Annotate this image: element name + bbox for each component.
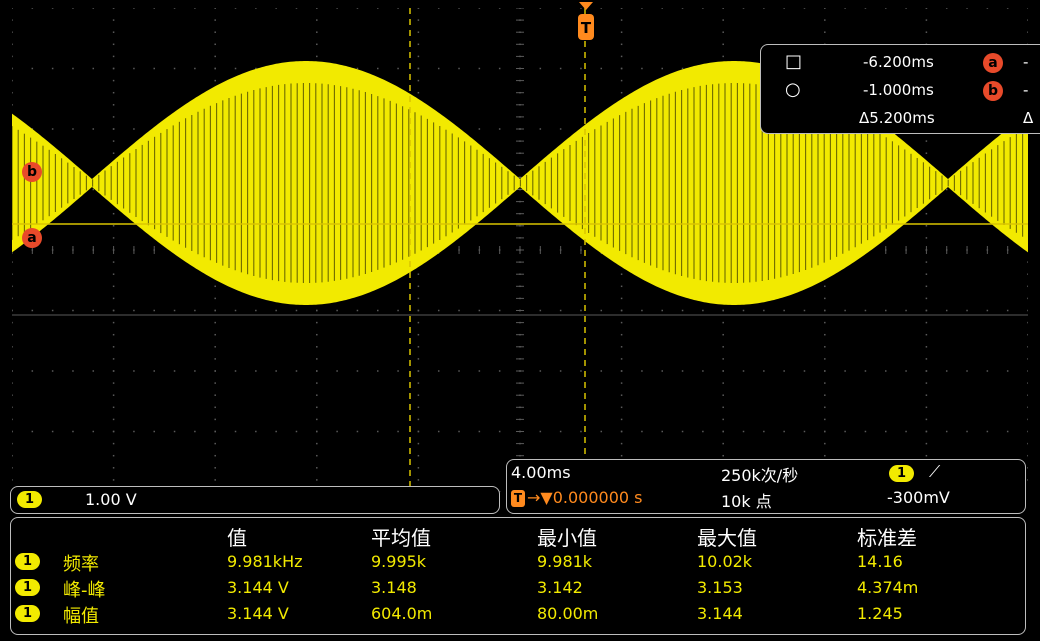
cursor-b-trailing: - (1023, 81, 1029, 99)
meas-cell: 4.374m (857, 578, 919, 597)
cursor-delta-trailing: Δ (1023, 109, 1034, 127)
meas-cell: 9.995k (371, 552, 427, 571)
cursor-delta-time: Δ5.200ms (859, 109, 935, 127)
meas-header-value: 值 (227, 526, 247, 550)
meas-cell: 3.144 V (227, 604, 289, 623)
sample-rate: 250k次/秒 (721, 466, 799, 485)
meas-cell: 10.02k (697, 552, 753, 571)
meas-cell: 3.153 (697, 578, 743, 597)
cursor-a-time: -6.200ms (863, 53, 934, 71)
time-per-div: 4.00ms (511, 463, 571, 482)
meas-cell: 9.981k (537, 552, 593, 571)
trigger-position-marker[interactable]: T (576, 2, 596, 44)
meas-row-badge: 1 (15, 553, 41, 570)
meas-cell: 3.142 (537, 578, 583, 597)
timebase-trigger-box[interactable]: 4.00ms 250k次/秒 1 ⟋ T →▼0.000000 s 10k 点 … (506, 459, 1026, 514)
channel-1-scale: 1.00 V (85, 490, 137, 509)
cursor-readout-panel: □ -6.200ms a - ○ -1.000ms b - Δ5.200ms Δ (760, 44, 1040, 134)
record-length: 10k 点 (721, 492, 772, 511)
meas-cell: 9.981kHz (227, 552, 303, 571)
trigger-slope-icon: ⟋ (929, 462, 941, 481)
meas-cell: 1.245 (857, 604, 903, 623)
trigger-source-badge: 1 (889, 465, 915, 482)
meas-header-max: 最大值 (697, 526, 757, 550)
cursor-b-time: -1.000ms (863, 81, 934, 99)
meas-row-name: 峰-峰 (63, 580, 106, 601)
meas-row-name: 幅值 (63, 606, 99, 627)
meas-row-name: 频率 (63, 554, 99, 575)
cursor-a-badge[interactable]: a (22, 228, 42, 248)
meas-row-badge: 1 (15, 605, 41, 622)
trigger-marker-glyph: T (581, 19, 592, 37)
meas-header-mean: 平均值 (371, 526, 431, 550)
meas-header-min: 最小值 (537, 526, 597, 550)
meas-header-stddev: 标准差 (857, 526, 917, 550)
cursor-circle-icon: ○ (785, 79, 801, 100)
measurements-panel[interactable]: 值 平均值 最小值 最大值 标准差 1 频率 9.981kHz 9.995k 9… (10, 517, 1026, 635)
meas-row-peak-to-peak: 1 峰-峰 3.144 V 3.148 3.142 3.153 4.374m (11, 576, 1021, 601)
meas-row-amplitude: 1 幅值 3.144 V 604.0m 80.00m 3.144 1.245 (11, 602, 1021, 627)
cursor-b-readout-badge: b (983, 81, 1003, 101)
oscilloscope-screen: T b a □ -6.200ms a - ○ -1.000ms b - Δ5.2… (0, 0, 1040, 641)
trigger-offset: →▼0.000000 s (527, 488, 643, 507)
meas-cell: 3.144 V (227, 578, 289, 597)
trigger-offset-icon: T (511, 490, 525, 507)
cursor-a-readout-badge: a (983, 53, 1003, 73)
cursor-b-badge[interactable]: b (22, 162, 42, 182)
meas-row-frequency: 1 频率 9.981kHz 9.995k 9.981k 10.02k 14.16 (11, 550, 1021, 575)
meas-cell: 604.0m (371, 604, 433, 623)
channel-1-badge: 1 (17, 491, 43, 508)
trigger-level: -300mV (887, 488, 950, 507)
meas-row-badge: 1 (15, 579, 41, 596)
cursor-a-trailing: - (1023, 53, 1029, 71)
channel-1-scale-box[interactable]: 1 1.00 V (10, 486, 500, 514)
meas-cell: 3.148 (371, 578, 417, 597)
cursor-square-icon: □ (785, 51, 803, 72)
meas-cell: 3.144 (697, 604, 743, 623)
meas-cell: 80.00m (537, 604, 599, 623)
meas-cell: 14.16 (857, 552, 903, 571)
